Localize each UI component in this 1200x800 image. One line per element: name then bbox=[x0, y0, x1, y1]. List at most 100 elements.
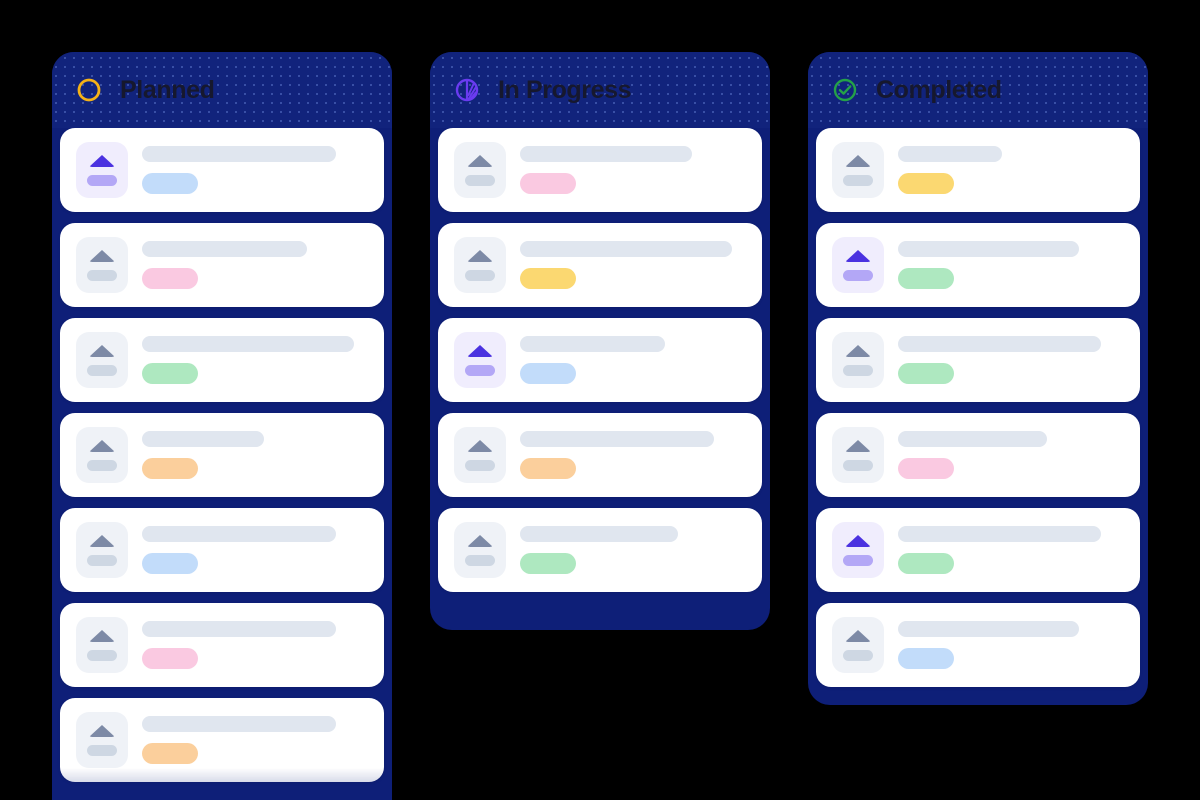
card-body bbox=[898, 146, 1124, 194]
triangle-icon bbox=[845, 629, 871, 642]
thumbnail-bar bbox=[87, 649, 117, 661]
card-thumbnail bbox=[832, 142, 884, 198]
triangle-icon bbox=[845, 154, 871, 167]
card-thumbnail bbox=[76, 617, 128, 673]
thumbnail-bar bbox=[465, 364, 495, 376]
task-card[interactable] bbox=[438, 413, 762, 497]
card-thumbnail bbox=[832, 427, 884, 483]
triangle-icon bbox=[89, 344, 115, 357]
card-thumbnail bbox=[454, 427, 506, 483]
triangle-icon bbox=[467, 249, 493, 262]
card-thumbnail bbox=[76, 237, 128, 293]
task-card[interactable] bbox=[816, 318, 1140, 402]
card-title-placeholder bbox=[142, 431, 265, 447]
card-body bbox=[142, 526, 368, 574]
card-title-placeholder bbox=[142, 146, 337, 162]
triangle-icon bbox=[845, 249, 871, 262]
thumbnail-bar bbox=[87, 364, 117, 376]
card-tag-orange[interactable] bbox=[142, 743, 198, 764]
card-tag-yellow[interactable] bbox=[898, 173, 954, 194]
task-card[interactable] bbox=[816, 603, 1140, 687]
card-thumbnail bbox=[76, 332, 128, 388]
task-card[interactable] bbox=[60, 128, 384, 212]
card-body bbox=[520, 336, 746, 384]
card-title-placeholder bbox=[898, 241, 1079, 257]
column-in-progress: In Progress bbox=[430, 52, 770, 630]
task-card[interactable] bbox=[438, 318, 762, 402]
pie-progress-icon bbox=[452, 75, 482, 105]
card-body bbox=[520, 526, 746, 574]
task-card[interactable] bbox=[60, 508, 384, 592]
triangle-icon bbox=[845, 344, 871, 357]
task-card[interactable] bbox=[438, 128, 762, 212]
card-tag-green[interactable] bbox=[520, 553, 576, 574]
thumbnail-bar bbox=[843, 554, 873, 566]
card-tag-blue[interactable] bbox=[520, 363, 576, 384]
card-tag-yellow[interactable] bbox=[520, 268, 576, 289]
thumbnail-bar bbox=[843, 459, 873, 471]
card-thumbnail bbox=[832, 617, 884, 673]
check-circle-icon bbox=[830, 75, 860, 105]
task-card[interactable] bbox=[816, 223, 1140, 307]
card-tag-green[interactable] bbox=[142, 363, 198, 384]
card-title-placeholder bbox=[520, 431, 715, 447]
card-title-placeholder bbox=[142, 621, 337, 637]
card-title-placeholder bbox=[142, 336, 355, 352]
card-list-in-progress[interactable] bbox=[430, 128, 770, 630]
task-card[interactable] bbox=[60, 413, 384, 497]
task-card[interactable] bbox=[816, 128, 1140, 212]
card-tag-pink[interactable] bbox=[898, 458, 954, 479]
card-title-placeholder bbox=[520, 526, 679, 542]
card-tag-orange[interactable] bbox=[520, 458, 576, 479]
card-title-placeholder bbox=[142, 241, 307, 257]
triangle-icon bbox=[89, 249, 115, 262]
card-tag-pink[interactable] bbox=[142, 648, 198, 669]
thumbnail-bar bbox=[465, 459, 495, 471]
card-tag-orange[interactable] bbox=[142, 458, 198, 479]
triangle-icon bbox=[89, 154, 115, 167]
task-card[interactable] bbox=[816, 508, 1140, 592]
task-card[interactable] bbox=[816, 413, 1140, 497]
card-tag-pink[interactable] bbox=[520, 173, 576, 194]
card-thumbnail bbox=[76, 712, 128, 768]
column-header-in-progress: In Progress bbox=[430, 52, 770, 128]
thumbnail-bar bbox=[843, 364, 873, 376]
card-tag-blue[interactable] bbox=[142, 553, 198, 574]
thumbnail-bar bbox=[843, 649, 873, 661]
card-body bbox=[898, 526, 1124, 574]
card-title-placeholder bbox=[142, 716, 337, 732]
card-tag-green[interactable] bbox=[898, 363, 954, 384]
card-tag-pink[interactable] bbox=[142, 268, 198, 289]
card-list-planned[interactable] bbox=[52, 128, 392, 800]
card-body bbox=[142, 716, 368, 764]
task-card[interactable] bbox=[438, 223, 762, 307]
card-tag-blue[interactable] bbox=[142, 173, 198, 194]
thumbnail-bar bbox=[465, 269, 495, 281]
thumbnail-bar bbox=[843, 174, 873, 186]
triangle-icon bbox=[89, 724, 115, 737]
triangle-icon bbox=[467, 154, 493, 167]
thumbnail-bar bbox=[465, 554, 495, 566]
card-thumbnail bbox=[832, 522, 884, 578]
card-body bbox=[142, 621, 368, 669]
card-tag-green[interactable] bbox=[898, 553, 954, 574]
card-body bbox=[520, 431, 746, 479]
task-card[interactable] bbox=[60, 698, 384, 782]
card-thumbnail bbox=[76, 142, 128, 198]
triangle-icon bbox=[845, 534, 871, 547]
task-card[interactable] bbox=[60, 603, 384, 687]
card-title-placeholder bbox=[898, 146, 1002, 162]
column-planned: Planned bbox=[52, 52, 392, 800]
card-tag-blue[interactable] bbox=[898, 648, 954, 669]
card-title-placeholder bbox=[898, 526, 1102, 542]
card-body bbox=[520, 241, 746, 289]
task-card[interactable] bbox=[60, 318, 384, 402]
task-card[interactable] bbox=[438, 508, 762, 592]
triangle-icon bbox=[845, 439, 871, 452]
task-card[interactable] bbox=[60, 223, 384, 307]
card-body bbox=[898, 621, 1124, 669]
column-header-completed: Completed bbox=[808, 52, 1148, 128]
card-thumbnail bbox=[76, 427, 128, 483]
card-tag-green[interactable] bbox=[898, 268, 954, 289]
card-list-completed[interactable] bbox=[808, 128, 1148, 705]
